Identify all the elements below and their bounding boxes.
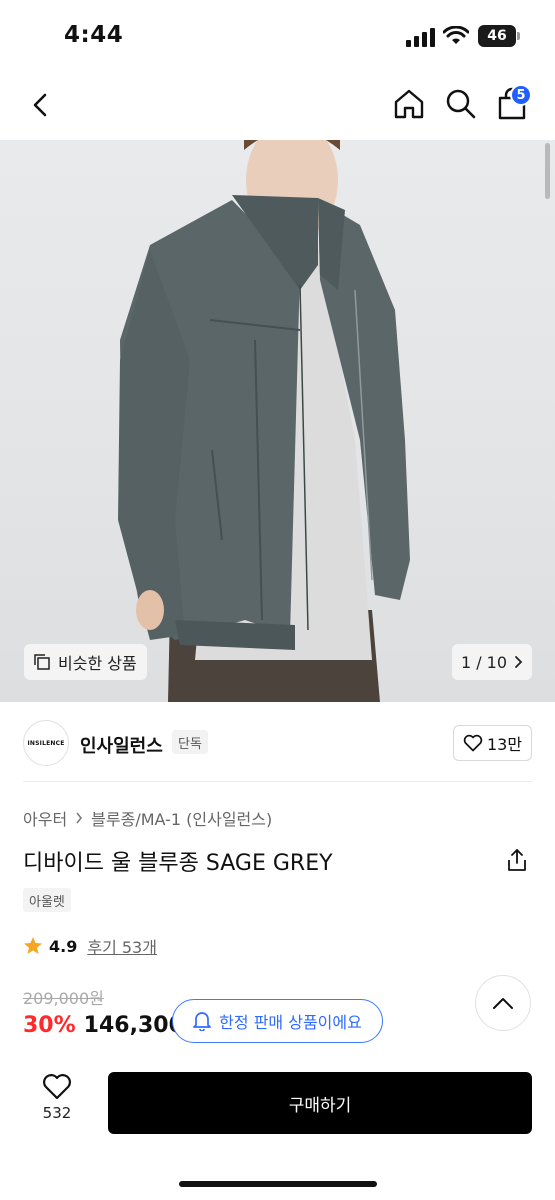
divider — [23, 781, 532, 782]
home-icon[interactable] — [392, 87, 426, 121]
outlet-badge: 아울렛 — [23, 888, 71, 912]
top-nav-bar: 5 — [0, 72, 555, 140]
brand-logo-text: INSILENCE — [27, 739, 65, 747]
bell-icon — [193, 1012, 212, 1031]
original-price: 209,000원 — [23, 989, 104, 1008]
brand-logo[interactable]: INSILENCE — [23, 720, 69, 766]
home-indicator[interactable] — [179, 1181, 377, 1187]
status-bar: 4:44 46 — [0, 0, 555, 72]
cart-count-badge: 5 — [510, 84, 532, 106]
battery-tip — [517, 32, 520, 40]
status-time: 4:44 — [64, 22, 124, 48]
rating-score: 4.9 — [49, 936, 78, 956]
buy-button[interactable]: 구매하기 — [108, 1072, 532, 1134]
breadcrumb-item-category[interactable]: 블루종/MA-1 (인사일런스) — [91, 806, 272, 830]
copy-squares-icon — [34, 654, 50, 670]
product-image-carousel[interactable] — [0, 140, 555, 702]
scrollbar[interactable] — [545, 143, 550, 199]
product-photo — [118, 140, 410, 702]
similar-products-label: 비슷한 상품 — [58, 654, 137, 673]
price-row: 30% 146,300 — [23, 1013, 184, 1038]
battery-level: 46 — [487, 28, 507, 44]
cellular-signal-icon — [406, 28, 435, 47]
product-title: 디바이드 울 블루종 SAGE GREY — [23, 851, 333, 876]
brand-name[interactable]: 인사일런스 — [80, 732, 163, 758]
sale-price: 146,300 — [83, 1013, 184, 1038]
exclusive-badge: 단독 — [172, 730, 208, 754]
scroll-to-top-button[interactable] — [475, 975, 531, 1031]
chevron-right-icon — [515, 656, 523, 668]
brand-row: INSILENCE 인사일런스 단독 13만 — [0, 702, 555, 782]
page-indicator-text: 1 / 10 — [460, 652, 508, 672]
limited-sale-text: 한정 판매 상품이에요 — [219, 1013, 362, 1032]
image-page-indicator[interactable]: 1 / 10 — [452, 644, 532, 680]
similar-products-button[interactable]: 비슷한 상품 — [24, 644, 147, 680]
product-like-button[interactable]: 532 — [32, 1074, 82, 1134]
wifi-icon — [443, 26, 469, 44]
brand-like-count: 13만 — [486, 735, 523, 754]
heart-icon — [43, 1074, 71, 1100]
chevron-up-icon — [493, 998, 513, 1009]
back-arrow-icon[interactable] — [24, 88, 58, 122]
star-icon — [24, 937, 42, 954]
chevron-right-icon — [76, 812, 83, 824]
product-like-count: 532 — [42, 1104, 72, 1122]
brand-like-button[interactable]: 13만 — [453, 725, 532, 761]
heart-icon — [463, 734, 483, 752]
review-count-link[interactable]: 후기 53개 — [87, 934, 157, 958]
rating-row[interactable]: 4.9 후기 53개 — [23, 934, 157, 958]
share-icon[interactable] — [505, 848, 529, 872]
breadcrumb-item-outer[interactable]: 아우터 — [23, 806, 67, 830]
battery-icon: 46 — [478, 25, 516, 47]
breadcrumb: 아우터 블루종/MA-1 (인사일런스) — [23, 806, 272, 830]
limited-sale-notice[interactable]: 한정 판매 상품이에요 — [172, 999, 383, 1043]
search-icon[interactable] — [444, 87, 478, 121]
discount-rate: 30% — [23, 1013, 76, 1038]
